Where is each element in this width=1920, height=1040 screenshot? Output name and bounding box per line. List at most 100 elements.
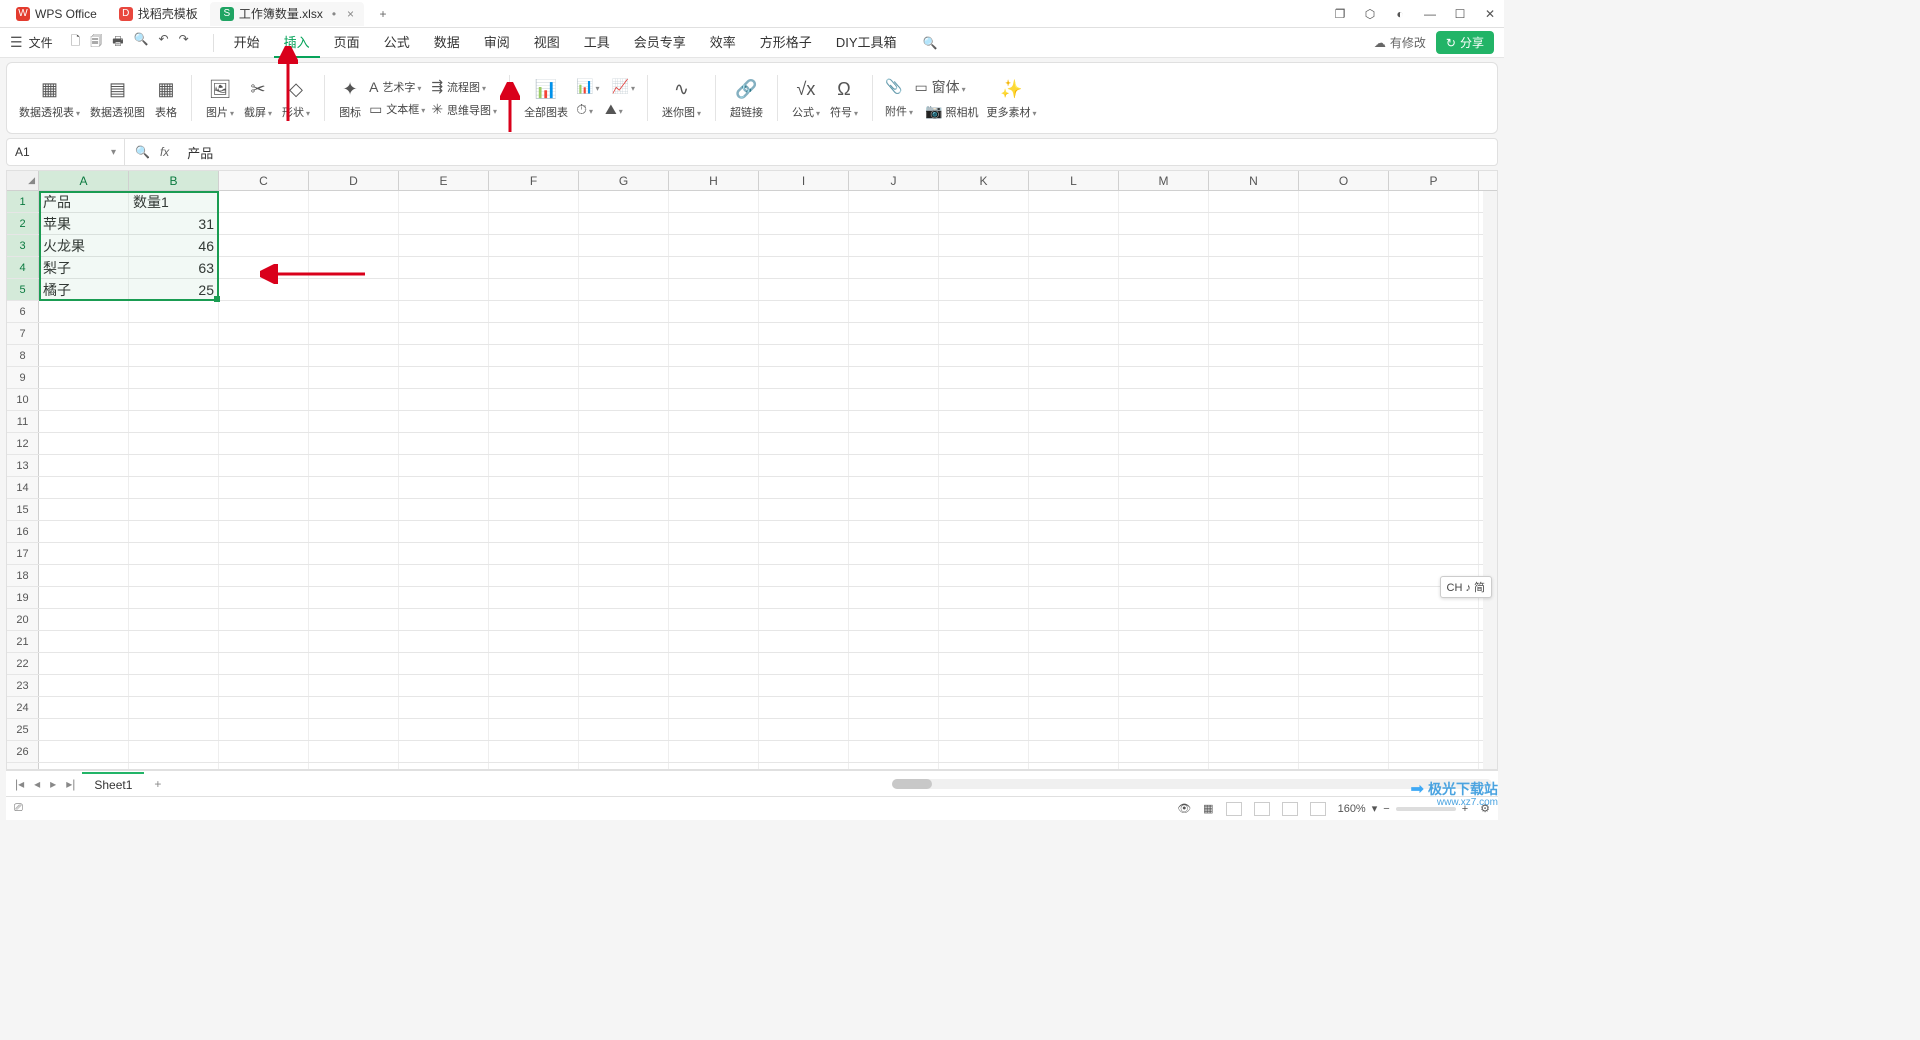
- cell-A24[interactable]: [39, 697, 129, 718]
- col-header-M[interactable]: M: [1119, 171, 1209, 190]
- cell-K24[interactable]: [939, 697, 1029, 718]
- cell-L21[interactable]: [1029, 631, 1119, 652]
- cell-M3[interactable]: [1119, 235, 1209, 256]
- cell-M9[interactable]: [1119, 367, 1209, 388]
- cell-A2[interactable]: 苹果: [39, 213, 129, 234]
- col-header-D[interactable]: D: [309, 171, 399, 190]
- cell-F16[interactable]: [489, 521, 579, 542]
- col-header-I[interactable]: I: [759, 171, 849, 190]
- cell-H16[interactable]: [669, 521, 759, 542]
- cell-L3[interactable]: [1029, 235, 1119, 256]
- qat-2[interactable]: 🖶: [112, 32, 123, 53]
- cell-C9[interactable]: [219, 367, 309, 388]
- cell-F14[interactable]: [489, 477, 579, 498]
- cell-G21[interactable]: [579, 631, 669, 652]
- pending-edit-badge[interactable]: ☁ 有修改: [1374, 34, 1426, 51]
- cell-A3[interactable]: 火龙果: [39, 235, 129, 256]
- cell-N6[interactable]: [1209, 301, 1299, 322]
- file-menu[interactable]: 文件: [29, 34, 53, 51]
- cell-D16[interactable]: [309, 521, 399, 542]
- cell-M1[interactable]: [1119, 191, 1209, 212]
- tab-close-icon[interactable]: ×: [347, 7, 354, 21]
- cell-H5[interactable]: [669, 279, 759, 300]
- cell-M15[interactable]: [1119, 499, 1209, 520]
- all-charts-button[interactable]: 📊全部图表: [522, 76, 570, 120]
- pivot-table-button[interactable]: ▦数据透视表: [17, 76, 82, 120]
- cell-C7[interactable]: [219, 323, 309, 344]
- cell-E16[interactable]: [399, 521, 489, 542]
- cell-C24[interactable]: [219, 697, 309, 718]
- cell-D27[interactable]: [309, 763, 399, 770]
- cell-H27[interactable]: [669, 763, 759, 770]
- cell-G23[interactable]: [579, 675, 669, 696]
- cell-G8[interactable]: [579, 345, 669, 366]
- cell-E25[interactable]: [399, 719, 489, 740]
- cell-M24[interactable]: [1119, 697, 1209, 718]
- cell-N15[interactable]: [1209, 499, 1299, 520]
- cell-K6[interactable]: [939, 301, 1029, 322]
- cell-I8[interactable]: [759, 345, 849, 366]
- cell-J5[interactable]: [849, 279, 939, 300]
- cell-D17[interactable]: [309, 543, 399, 564]
- cell-H13[interactable]: [669, 455, 759, 476]
- textbox-button[interactable]: ▭文本框: [369, 101, 425, 118]
- sparkline-button[interactable]: ∿迷你图: [660, 76, 703, 120]
- row-header-1[interactable]: 1: [7, 191, 39, 212]
- cell-N16[interactable]: [1209, 521, 1299, 542]
- cell-D10[interactable]: [309, 389, 399, 410]
- cell-G14[interactable]: [579, 477, 669, 498]
- cell-N27[interactable]: [1209, 763, 1299, 770]
- cell-L7[interactable]: [1029, 323, 1119, 344]
- cell-F2[interactable]: [489, 213, 579, 234]
- cell-C5[interactable]: [219, 279, 309, 300]
- cell-E13[interactable]: [399, 455, 489, 476]
- cell-G11[interactable]: [579, 411, 669, 432]
- cell-O26[interactable]: [1299, 741, 1389, 762]
- col-header-H[interactable]: H: [669, 171, 759, 190]
- cell-O21[interactable]: [1299, 631, 1389, 652]
- cell-B12[interactable]: [129, 433, 219, 454]
- cell-O27[interactable]: [1299, 763, 1389, 770]
- cell-N12[interactable]: [1209, 433, 1299, 454]
- menu-tab-插入[interactable]: 插入: [274, 27, 320, 58]
- cell-E4[interactable]: [399, 257, 489, 278]
- cell-P10[interactable]: [1389, 389, 1479, 410]
- zoom-out-button[interactable]: −: [1383, 803, 1389, 815]
- cell-O7[interactable]: [1299, 323, 1389, 344]
- cell-G9[interactable]: [579, 367, 669, 388]
- menu-tab-效率[interactable]: 效率: [700, 27, 746, 58]
- cell-C26[interactable]: [219, 741, 309, 762]
- cell-B9[interactable]: [129, 367, 219, 388]
- cell-K15[interactable]: [939, 499, 1029, 520]
- qat-0[interactable]: 🗋: [71, 32, 81, 53]
- cell-J6[interactable]: [849, 301, 939, 322]
- equation-button[interactable]: √x公式: [790, 76, 822, 120]
- cell-C1[interactable]: [219, 191, 309, 212]
- cell-M11[interactable]: [1119, 411, 1209, 432]
- cell-C14[interactable]: [219, 477, 309, 498]
- cell-E18[interactable]: [399, 565, 489, 586]
- cell-C20[interactable]: [219, 609, 309, 630]
- mindmap-button[interactable]: ✳思维导图: [431, 101, 497, 118]
- cell-J19[interactable]: [849, 587, 939, 608]
- cell-K9[interactable]: [939, 367, 1029, 388]
- cell-I20[interactable]: [759, 609, 849, 630]
- cell-A23[interactable]: [39, 675, 129, 696]
- cell-I18[interactable]: [759, 565, 849, 586]
- cell-I11[interactable]: [759, 411, 849, 432]
- wordart-button[interactable]: A艺术字: [369, 79, 425, 95]
- cell-D22[interactable]: [309, 653, 399, 674]
- cell-O5[interactable]: [1299, 279, 1389, 300]
- cell-P5[interactable]: [1389, 279, 1479, 300]
- cell-O24[interactable]: [1299, 697, 1389, 718]
- cell-N9[interactable]: [1209, 367, 1299, 388]
- hyperlink-button[interactable]: 🔗超链接: [728, 76, 765, 120]
- cell-P16[interactable]: [1389, 521, 1479, 542]
- row-header-23[interactable]: 23: [7, 675, 39, 696]
- row-header-21[interactable]: 21: [7, 631, 39, 652]
- cell-I4[interactable]: [759, 257, 849, 278]
- cell-H17[interactable]: [669, 543, 759, 564]
- row-header-11[interactable]: 11: [7, 411, 39, 432]
- cell-A26[interactable]: [39, 741, 129, 762]
- cell-F11[interactable]: [489, 411, 579, 432]
